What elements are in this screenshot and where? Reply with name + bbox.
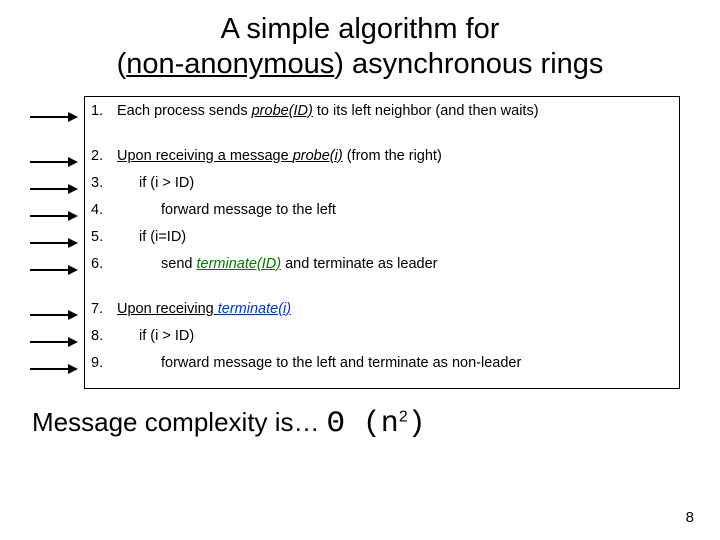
complexity-prefix: Message complexity is… (32, 407, 327, 437)
arrow-row (30, 176, 84, 203)
algorithm-box: 1.Each process sends probe(ID) to its le… (84, 96, 680, 389)
arrow-icon (30, 311, 80, 319)
algo-line: 7.Upon receiving terminate(i) (91, 301, 669, 328)
arrow-row (30, 230, 84, 257)
arrow-icon (30, 365, 80, 373)
title-underlined: non-anonymous (126, 48, 334, 80)
complexity-close: ) (408, 407, 426, 441)
algo-line (91, 283, 669, 301)
arrow-row (30, 302, 84, 329)
arrow-icon (30, 113, 80, 121)
complexity-text: Message complexity is… Θ (n2) (32, 407, 700, 441)
title-prefix2: ( (117, 48, 127, 80)
arrow-row (30, 149, 84, 176)
algo-line: 4.forward message to the left (91, 202, 669, 229)
theta-symbol: Θ (327, 407, 345, 441)
algo-line: 3.if (i > ID) (91, 175, 669, 202)
arrow-column (30, 96, 84, 389)
arrow-row (30, 257, 84, 284)
arrow-icon (30, 185, 80, 193)
algo-line: 8.if (i > ID) (91, 328, 669, 355)
algo-line: 5.if (i=ID) (91, 229, 669, 256)
algo-line: 2.Upon receiving a message probe(i) (fro… (91, 148, 669, 175)
slide-title: A simple algorithm for (non-anonymous) a… (20, 12, 700, 82)
title-suffix2: ) asynchronous rings (334, 48, 603, 80)
algo-line: 9.forward message to the left and termin… (91, 355, 669, 382)
arrow-row (30, 131, 84, 149)
arrow-row (30, 356, 84, 383)
algo-line: 1.Each process sends probe(ID) to its le… (91, 103, 669, 130)
arrow-row (30, 203, 84, 230)
arrow-icon (30, 158, 80, 166)
arrow-row (30, 329, 84, 356)
algo-line (91, 130, 669, 148)
complexity-open: ( (345, 407, 381, 441)
complexity-sup: 2 (399, 408, 408, 425)
complexity-n: n (381, 407, 399, 441)
arrow-icon (30, 239, 80, 247)
algo-line: 6.send terminate(ID) and terminate as le… (91, 256, 669, 283)
algorithm-container: 1.Each process sends probe(ID) to its le… (30, 96, 700, 389)
arrow-row (30, 104, 84, 131)
arrow-icon (30, 212, 80, 220)
arrow-icon (30, 338, 80, 346)
page-number: 8 (686, 509, 694, 526)
arrow-icon (30, 266, 80, 274)
arrow-row (30, 284, 84, 302)
title-line1: A simple algorithm for (221, 13, 500, 45)
